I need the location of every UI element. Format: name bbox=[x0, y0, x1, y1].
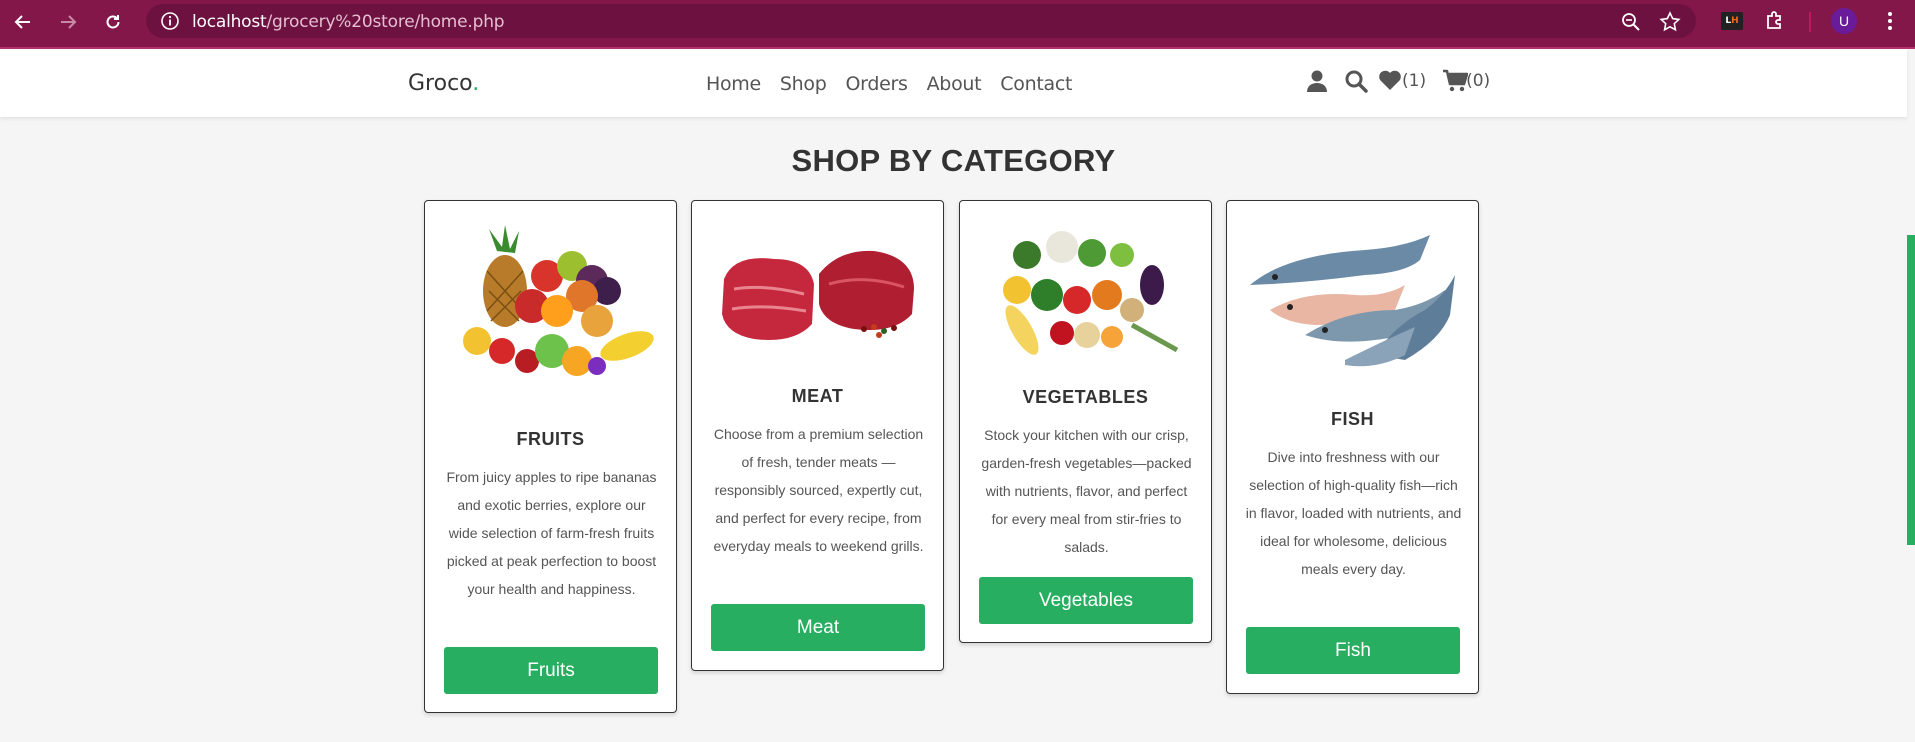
category-title: FRUITS bbox=[516, 429, 585, 449]
site-info-icon[interactable] bbox=[160, 11, 180, 31]
extension-label-h: H bbox=[1731, 16, 1739, 26]
cart-count[interactable]: (0) bbox=[1466, 71, 1490, 91]
category-title: FISH bbox=[1330, 409, 1374, 429]
bookmark-star-icon[interactable] bbox=[1658, 10, 1682, 34]
nav-shop[interactable]: Shop bbox=[780, 73, 827, 95]
toolbar-separator bbox=[1809, 12, 1811, 32]
logo-text: Groco bbox=[408, 71, 473, 96]
logo-dot: . bbox=[472, 71, 480, 96]
category-title: MEAT bbox=[791, 386, 844, 406]
cart-icon[interactable] bbox=[1442, 69, 1469, 93]
fish-image bbox=[1250, 235, 1455, 367]
user-icon[interactable] bbox=[1306, 69, 1330, 93]
forward-arrow-icon[interactable] bbox=[55, 9, 81, 35]
category-description: Stock your kitchen with our crisp, garde… bbox=[981, 427, 1192, 555]
meat-image bbox=[722, 250, 914, 340]
reload-icon[interactable] bbox=[100, 9, 126, 35]
category-title: VEGETABLES bbox=[1022, 387, 1149, 407]
address-bar[interactable]: localhost/grocery%20store/home.php bbox=[146, 4, 1696, 38]
category-card-fish: FISH Dive into freshness with our select… bbox=[1226, 200, 1479, 694]
main-nav: Home Shop Orders About Contact bbox=[706, 73, 1091, 95]
fruits-image bbox=[463, 225, 654, 376]
fruits-button[interactable]: Fruits bbox=[444, 647, 658, 694]
vegetables-button[interactable]: Vegetables bbox=[979, 577, 1193, 624]
profile-avatar[interactable]: U bbox=[1831, 8, 1857, 34]
category-card-meat: MEAT Choose from a premium selection of … bbox=[691, 200, 944, 671]
heart-icon[interactable] bbox=[1378, 69, 1402, 93]
extensions-puzzle-icon[interactable] bbox=[1763, 9, 1787, 33]
url-host: localhost bbox=[192, 12, 267, 32]
vegetables-image bbox=[1003, 231, 1179, 355]
category-description: Choose from a premium selection of fresh… bbox=[713, 426, 924, 554]
section-title: SHOP BY CATEGORY bbox=[791, 143, 1116, 178]
category-description: Dive into freshness with our selection o… bbox=[1245, 449, 1462, 577]
zoom-icon[interactable] bbox=[1620, 11, 1642, 33]
nav-contact[interactable]: Contact bbox=[1000, 73, 1072, 95]
nav-home[interactable]: Home bbox=[706, 73, 761, 95]
extension-icon[interactable]: LH bbox=[1721, 12, 1743, 30]
url-path: /grocery%20store/home.php bbox=[266, 12, 505, 32]
wishlist-count[interactable]: (1) bbox=[1402, 71, 1426, 91]
category-description: From juicy apples to ripe bananas and ex… bbox=[446, 469, 657, 597]
nav-orders[interactable]: Orders bbox=[846, 73, 908, 95]
fish-button[interactable]: Fish bbox=[1246, 627, 1460, 674]
site-header: Groco. Home Shop Orders About Contact (1… bbox=[0, 49, 1907, 117]
site-logo[interactable]: Groco. bbox=[408, 71, 479, 96]
nav-about[interactable]: About bbox=[927, 73, 982, 95]
scrollbar-thumb[interactable] bbox=[1907, 235, 1915, 545]
category-card-vegetables: VEGETABLES Stock your kitchen with our c… bbox=[959, 200, 1212, 643]
browser-toolbar: localhost/grocery%20store/home.php LH U bbox=[0, 0, 1915, 49]
url-text: localhost/grocery%20store/home.php bbox=[192, 12, 505, 32]
header-icons: (1) (0) bbox=[1306, 69, 1490, 93]
meat-button[interactable]: Meat bbox=[711, 604, 925, 651]
menu-kebab-icon[interactable] bbox=[1878, 9, 1902, 33]
back-arrow-icon[interactable] bbox=[10, 9, 36, 35]
search-icon[interactable] bbox=[1344, 69, 1368, 93]
category-card-fruits: FRUITS From juicy apples to ripe bananas… bbox=[424, 200, 677, 713]
